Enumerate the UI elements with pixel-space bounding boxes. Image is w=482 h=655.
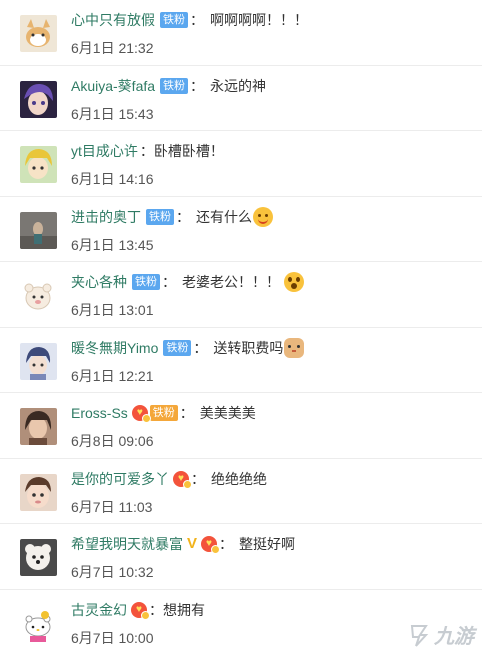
avatar[interactable]: [20, 408, 57, 445]
colon: ：: [219, 536, 234, 552]
avatar[interactable]: [20, 473, 57, 511]
colon: ：: [190, 77, 205, 94]
username[interactable]: yt目成心许: [71, 140, 138, 162]
comment-item: 希望我明天就暴富 V ♥ ： 整挺好啊 6月7日 10:32: [0, 524, 482, 590]
colon: ：: [193, 339, 208, 356]
comment-item: 是你的可爱多丫 ♥ ： 绝绝绝绝 6月7日 11:03: [0, 459, 482, 524]
avatar[interactable]: [20, 80, 57, 118]
comment-item: Akuiya-葵fafa 铁粉 ： 永远的神 6月1日 15:43: [0, 66, 482, 131]
comment-item: 暖冬無期Yimo 铁粉 ： 送转职费吗 6月1日 12:21: [0, 328, 482, 393]
comment-text: 想拥有: [163, 601, 205, 618]
fan-badge: 铁粉: [146, 208, 174, 225]
watermark-text: 九游: [434, 626, 474, 648]
comment-time: 6月1日 13:01: [71, 302, 154, 318]
comment-time: 6月8日 09:06: [71, 433, 154, 449]
comment-text: 送转职费吗: [213, 339, 284, 356]
avatar[interactable]: [20, 277, 57, 314]
fan-badge: 铁粉: [160, 77, 189, 94]
comment-text: 美美美美: [199, 405, 256, 421]
comment-item: 进击的奥丁 铁粉 ： 还有什么 6月1日 13:45: [0, 197, 482, 262]
cat-face-emoji-icon: [284, 337, 305, 358]
comment-time: 6月1日 12:21: [71, 367, 154, 384]
username[interactable]: 进击的奥丁: [71, 206, 141, 228]
colon: ：: [179, 405, 194, 421]
colon: ：: [191, 470, 205, 487]
colon: ：: [149, 601, 163, 618]
smiling-face-emoji-icon: [253, 206, 273, 227]
username[interactable]: 希望我明天就暴富: [71, 533, 183, 555]
avatar[interactable]: [20, 146, 57, 183]
fan-badge: 铁粉: [160, 12, 188, 28]
avatar[interactable]: [20, 15, 57, 52]
vip-icon: V: [187, 535, 198, 552]
shocked-face-emoji-icon: [284, 272, 304, 292]
colon: ：: [162, 274, 176, 290]
comment-time: 6月7日 10:32: [71, 564, 154, 580]
comment-item: Eross-Ss ♥ 铁粉 ： 美美美美 6月8日 09:06: [0, 393, 482, 459]
comment-list: 心中只有放假 铁粉 ： 啊啊啊啊！！！ 6月1日 21:32 Akuiya-葵f…: [0, 0, 482, 655]
comment-time: 6月1日 14:16: [71, 171, 154, 187]
username[interactable]: 心中只有放假: [71, 9, 155, 31]
colon: ：: [176, 208, 190, 225]
colon: ：: [190, 12, 204, 28]
username[interactable]: 是你的可爱多丫: [71, 468, 169, 490]
comment-text: 老婆老公！！！: [182, 274, 280, 290]
comment-item: yt目成心许 ： 卧槽卧槽！ 6月1日 14:16: [0, 131, 482, 197]
fan-level-icon: ♥: [131, 601, 150, 620]
comment-text: 啊啊啊啊！！！: [210, 12, 308, 28]
comment-time: 6月1日 21:32: [71, 40, 154, 56]
comment-text: 整挺好啊: [239, 536, 296, 552]
fan-badge: 铁粉: [132, 274, 160, 290]
avatar[interactable]: [20, 604, 57, 642]
comment-time: 6月7日 11:03: [71, 498, 153, 515]
comment-text: 绝绝绝绝: [211, 470, 267, 487]
fan-badge: 铁粉: [149, 405, 178, 421]
comment-time: 6月1日 15:43: [71, 105, 154, 122]
username[interactable]: 夹心各种: [71, 271, 127, 293]
comment-item: 心中只有放假 铁粉 ： 啊啊啊啊！！！ 6月1日 21:32: [0, 0, 482, 66]
comment-item: 夹心各种 铁粉 ： 老婆老公！！！ 6月1日 13:01: [0, 262, 482, 328]
comment-time: 6月1日 13:45: [71, 236, 154, 253]
comment-text: 永远的神: [210, 77, 267, 94]
site-watermark: 九游: [406, 620, 474, 649]
username[interactable]: Akuiya-葵fafa: [71, 75, 155, 97]
fan-badge: 铁粉: [163, 339, 192, 356]
comment-text: 卧槽卧槽！: [153, 143, 224, 159]
colon: ：: [139, 143, 154, 159]
avatar[interactable]: [20, 211, 57, 249]
avatar[interactable]: [20, 342, 57, 380]
username[interactable]: 暖冬無期Yimo: [71, 337, 158, 359]
avatar[interactable]: [20, 539, 57, 576]
username[interactable]: 古灵金幻: [71, 599, 127, 621]
fan-level-icon: ♥: [131, 405, 151, 423]
fan-level-icon: ♥: [201, 536, 221, 554]
username[interactable]: Eross-Ss: [71, 402, 128, 424]
nine-game-logo-icon: [410, 624, 429, 647]
comment-text: 还有什么: [196, 208, 252, 225]
comment-time: 6月7日 10:00: [71, 629, 154, 646]
fan-level-icon: ♥: [173, 470, 192, 489]
